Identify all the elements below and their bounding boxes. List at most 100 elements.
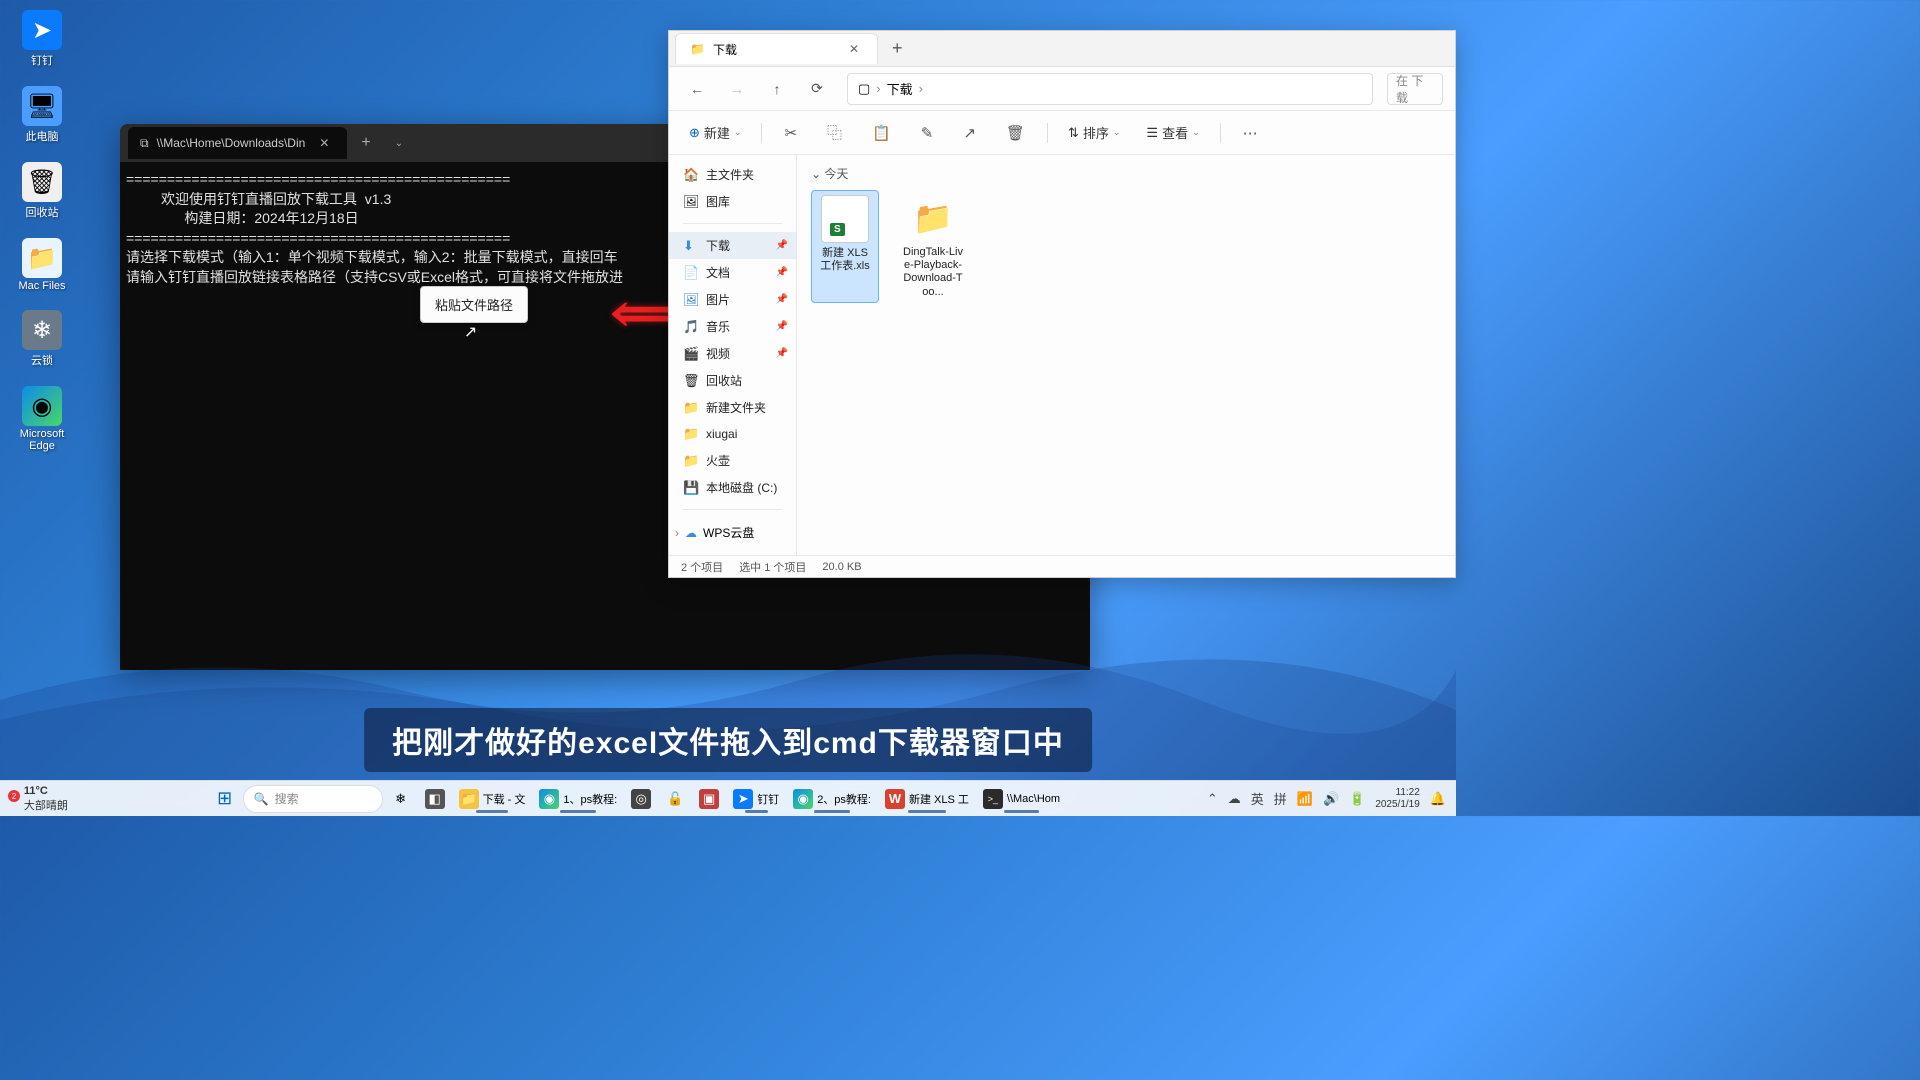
sidebar-item-recycle[interactable]: 🗑回收站 bbox=[669, 367, 796, 394]
sidebar-item-videos[interactable]: 🎬视频📌 bbox=[669, 340, 796, 367]
chevron-down-icon: ⌄ bbox=[1192, 127, 1200, 138]
paste-icon[interactable]: 📋 bbox=[864, 120, 899, 146]
more-icon[interactable]: ⋯ bbox=[1235, 120, 1266, 146]
sidebar-item-documents[interactable]: 📄文档📌 bbox=[669, 259, 796, 286]
edge-icon: ◉ bbox=[539, 789, 559, 809]
back-button[interactable]: ← bbox=[681, 73, 713, 105]
wps-icon: W bbox=[885, 789, 905, 809]
folder-icon: 📁 bbox=[683, 453, 699, 469]
weather-widget[interactable]: ☀2 11°C 大部晴朗 bbox=[10, 785, 68, 813]
folder-icon: 📁 bbox=[690, 42, 705, 56]
desktop-icon-yunsuo[interactable]: ❄ 云锁 bbox=[12, 310, 72, 368]
close-tab-icon[interactable]: ✕ bbox=[313, 134, 335, 152]
terminal-tab-title: \\Mac\Home\Downloads\Din bbox=[157, 136, 306, 150]
sort-button[interactable]: ⇅ 排序 ⌄ bbox=[1062, 119, 1126, 146]
tab-dropdown-icon[interactable]: ⌄ bbox=[385, 138, 413, 149]
breadcrumb-item[interactable]: 下载 bbox=[887, 79, 913, 98]
cloud-icon[interactable]: ☁ bbox=[1228, 791, 1241, 807]
close-icon[interactable]: ✕ bbox=[845, 40, 863, 58]
status-bar: 2 个项目 选中 1 个项目 20.0 KB bbox=[669, 555, 1455, 577]
task-wps[interactable]: W新建 XLS 工 bbox=[879, 784, 975, 814]
task-edge2[interactable]: ◉2、ps教程: bbox=[787, 784, 877, 814]
taskbar-center: ⊞ 🔍搜索 ❄ ◧ 📁下载 - 文 ◉1、ps教程: ◎ 🔓 ▣ ➤钉钉 ◉2、… bbox=[68, 784, 1207, 814]
sidebar-item-pictures[interactable]: 🖼图片📌 bbox=[669, 286, 796, 313]
view-button[interactable]: ☰ 查看 ⌄ bbox=[1140, 119, 1205, 146]
file-item-xls[interactable]: S 新建 XLS 工作表.xls bbox=[811, 190, 879, 303]
task-label: \\Mac\Hom bbox=[1007, 793, 1060, 805]
task-app1[interactable]: ◎ bbox=[625, 784, 657, 814]
sidebar-item-huohu[interactable]: 📁火壶 bbox=[669, 447, 796, 474]
pin-icon: 📌 bbox=[776, 321, 788, 332]
forward-button[interactable]: → bbox=[721, 73, 753, 105]
ime-icon[interactable]: 英 bbox=[1251, 789, 1264, 808]
search-input[interactable]: 在 下载 bbox=[1387, 73, 1443, 105]
task-app2[interactable]: ▣ bbox=[693, 784, 725, 814]
task-explorer[interactable]: 📁下载 - 文 bbox=[453, 784, 532, 814]
rename-icon[interactable]: ✎ bbox=[913, 120, 942, 146]
file-item-folder[interactable]: 📁 DingTalk-Live-Playback-Download-Too... bbox=[899, 190, 967, 303]
folder-icon: 📁 bbox=[683, 400, 699, 416]
delete-icon[interactable]: 🗑 bbox=[998, 120, 1033, 146]
chevron-right-icon: › bbox=[919, 81, 923, 96]
copy-icon[interactable]: ⿻ bbox=[819, 118, 850, 147]
battery-icon[interactable]: 🔋 bbox=[1349, 791, 1365, 807]
up-button[interactable]: ↑ bbox=[761, 73, 793, 105]
new-tab-button[interactable]: + bbox=[878, 38, 917, 59]
desktop-icon-mac-files[interactable]: 📁 Mac Files bbox=[12, 238, 72, 292]
file-area[interactable]: ⌄ 今天 S 新建 XLS 工作表.xls 📁 DingTalk-Live-Pl… bbox=[797, 155, 1455, 555]
sidebar: 🏠主文件夹 🖼图库 ⬇下载📌 📄文档📌 🖼图片📌 🎵音乐📌 🎬视频📌 🗑回收站 … bbox=[669, 155, 797, 555]
sidebar-item-wps[interactable]: ›☁WPS云盘 bbox=[669, 518, 796, 547]
separator bbox=[1220, 123, 1221, 143]
cut-icon[interactable]: ✂ bbox=[776, 120, 805, 146]
context-menu[interactable]: 粘贴文件路径 bbox=[420, 286, 528, 323]
task-widgets[interactable]: ❄ bbox=[385, 784, 417, 814]
edge-icon: ◉ bbox=[22, 386, 62, 426]
explorer-window[interactable]: 📁 下载 ✕ + ← → ↑ ⟳ ▢ › 下载 › 在 下载 ⊕ 新建 ⌄ ✂ … bbox=[668, 30, 1456, 578]
desktop-icon-edge[interactable]: ◉ Microsoft Edge bbox=[12, 386, 72, 452]
desktop-icon-recycle[interactable]: 🗑 回收站 bbox=[12, 162, 72, 220]
terminal-tab[interactable]: ⧉ \\Mac\Home\Downloads\Din ✕ bbox=[128, 127, 347, 159]
task-taskview[interactable]: ◧ bbox=[419, 784, 451, 814]
chevron-right-icon: › bbox=[876, 81, 880, 96]
picture-icon: 🖼 bbox=[683, 292, 699, 308]
start-button[interactable]: ⊞ bbox=[209, 784, 241, 814]
desktop-label: 此电脑 bbox=[26, 128, 59, 144]
explorer-tab[interactable]: 📁 下载 ✕ bbox=[675, 33, 878, 64]
task-edge1[interactable]: ◉1、ps教程: bbox=[533, 784, 623, 814]
taskbar: ☀2 11°C 大部晴朗 ⊞ 🔍搜索 ❄ ◧ 📁下载 - 文 ◉1、ps教程: … bbox=[0, 780, 1456, 816]
new-tab-button[interactable]: + bbox=[347, 134, 384, 152]
new-button[interactable]: ⊕ 新建 ⌄ bbox=[683, 119, 747, 146]
volume-icon[interactable]: 🔊 bbox=[1323, 791, 1339, 807]
wifi-icon[interactable]: 📶 bbox=[1297, 791, 1313, 807]
dingtalk-icon: ➤ bbox=[22, 10, 62, 50]
desktop-icon-dingtalk[interactable]: ➤ 钉钉 bbox=[12, 10, 72, 68]
sidebar-item-downloads[interactable]: ⬇下载📌 bbox=[669, 232, 796, 259]
task-dingtalk[interactable]: ➤钉钉 bbox=[727, 784, 785, 814]
video-icon: 🎬 bbox=[683, 346, 699, 362]
clock[interactable]: 11:22 2025/1/19 bbox=[1375, 787, 1420, 811]
task-terminal[interactable]: >_ \\Mac\Hom bbox=[977, 784, 1066, 814]
notification-icon[interactable]: 🔔 bbox=[1430, 791, 1446, 807]
desktop-icon-this-pc[interactable]: 🖥 此电脑 bbox=[12, 86, 72, 144]
sidebar-item-music[interactable]: 🎵音乐📌 bbox=[669, 313, 796, 340]
ime-icon[interactable]: 拼 bbox=[1274, 789, 1287, 808]
search-input[interactable]: 🔍搜索 bbox=[243, 785, 383, 813]
home-icon: 🏠 bbox=[683, 167, 699, 183]
share-icon[interactable]: ↗ bbox=[955, 120, 984, 146]
chevron-up-icon[interactable]: ⌃ bbox=[1207, 791, 1218, 807]
sidebar-item-xiugai[interactable]: 📁xiugai bbox=[669, 421, 796, 447]
pin-icon: 📌 bbox=[776, 348, 788, 359]
sidebar-item-home[interactable]: 🏠主文件夹 bbox=[669, 161, 796, 188]
date: 2025/1/19 bbox=[1375, 799, 1420, 811]
sidebar-item-local-c[interactable]: 💾本地磁盘 (C:) bbox=[669, 474, 796, 501]
breadcrumb[interactable]: ▢ › 下载 › bbox=[847, 73, 1373, 105]
sidebar-item-new-folder[interactable]: 📁新建文件夹 bbox=[669, 394, 796, 421]
sidebar-item-gallery[interactable]: 🖼图库 bbox=[669, 188, 796, 215]
weather-text: 大部晴朗 bbox=[24, 797, 68, 813]
terminal-icon: >_ bbox=[983, 789, 1003, 809]
file-group-header[interactable]: ⌄ 今天 bbox=[811, 165, 1441, 182]
task-lock[interactable]: 🔓 bbox=[659, 784, 691, 814]
refresh-button[interactable]: ⟳ bbox=[801, 73, 833, 105]
file-label: DingTalk-Live-Playback-Download-Too... bbox=[903, 246, 963, 299]
paste-path-item[interactable]: 粘贴文件路径 bbox=[435, 298, 513, 313]
